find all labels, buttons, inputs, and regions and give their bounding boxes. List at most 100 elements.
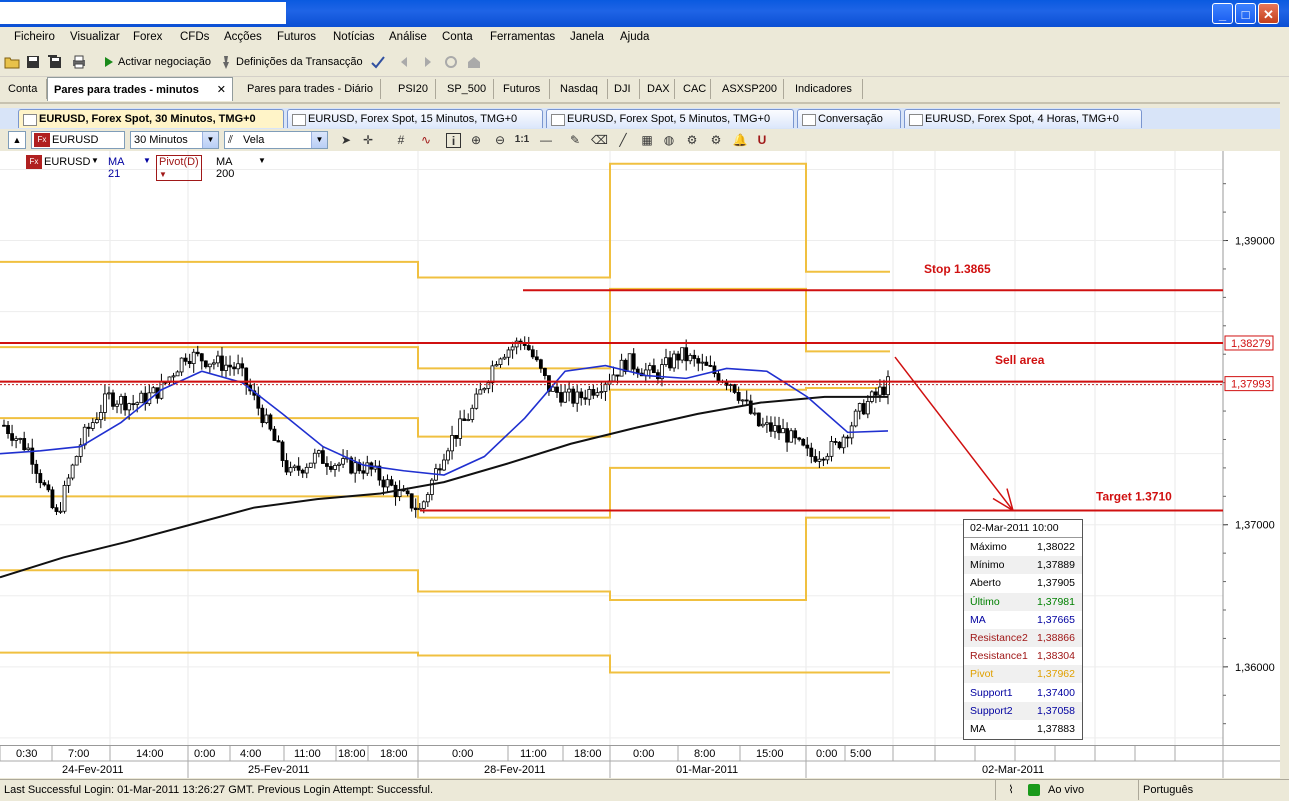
close-button[interactable]: ✕ [1258, 3, 1279, 24]
tab-pares-minutos[interactable]: Pares para trades - minutos ✕ [47, 77, 233, 101]
candle-body [54, 507, 59, 512]
chevron-down-icon[interactable]: ▼ [91, 156, 99, 165]
draw-line-icon[interactable]: ╱ [615, 133, 631, 147]
legend-ma21[interactable]: MA 21 [108, 156, 124, 180]
data-window-key: Mínimo [970, 559, 1005, 572]
data-window-value: 1,37905 [1037, 577, 1075, 590]
tab-futuros[interactable]: Futuros [497, 79, 550, 99]
tab-dax[interactable]: DAX [641, 79, 675, 99]
candle-body [801, 438, 806, 446]
tab-dji[interactable]: DJI [608, 79, 640, 99]
cursor-icon[interactable]: ➤ [338, 133, 354, 147]
info-icon[interactable]: i [446, 133, 461, 148]
maximize-button[interactable]: □ [1235, 3, 1256, 24]
chart-icon [23, 114, 37, 126]
candle-body [139, 392, 144, 404]
chevron-down-icon[interactable]: ▼ [143, 156, 151, 165]
eraser-icon[interactable]: ⌫ [591, 133, 608, 147]
legend-symbol[interactable]: EURUSD [44, 156, 90, 168]
menu-visualizar[interactable]: Visualizar [70, 31, 120, 43]
objects-icon[interactable]: ◍ [661, 133, 677, 147]
legend-ma200[interactable]: MA 200 [216, 156, 234, 180]
open-folder-icon[interactable] [4, 54, 20, 70]
alert-bell-icon[interactable]: 🔔 [732, 133, 748, 147]
magnet-icon[interactable]: U [754, 133, 770, 147]
tab-sp500[interactable]: SP_500 [441, 79, 494, 99]
activate-trading-button[interactable]: Activar negociação [118, 56, 211, 68]
chart-tab-15min[interactable]: EURUSD, Forex Spot, 15 Minutos, TMG+0 [287, 109, 543, 128]
play-icon[interactable] [103, 54, 115, 70]
tab-psi20[interactable]: PSI20 [392, 79, 436, 99]
collapse-up-icon[interactable]: ▲ [8, 131, 26, 149]
chart-canvas[interactable]: 1,39000 1,37000 1,36000 Stop 1.3865 Sell are… [0, 151, 1280, 745]
refresh-icon[interactable] [443, 54, 459, 70]
chart-tab-30min[interactable]: EURUSD, Forex Spot, 30 Minutos, TMG+0 [18, 109, 284, 128]
home-icon[interactable] [466, 54, 482, 70]
settings-icon[interactable]: ⚙ [684, 133, 700, 147]
options-icon[interactable]: ⚙ [708, 133, 724, 147]
menu-noticias[interactable]: Notícias [333, 31, 375, 43]
time-tick-label: 4:00 [240, 748, 261, 760]
tab-cac[interactable]: CAC [677, 79, 711, 99]
tab-conta[interactable]: Conta [2, 79, 47, 99]
menu-analise[interactable]: Análise [389, 31, 427, 43]
indicator-icon[interactable]: ∿ [418, 133, 434, 147]
pencil-icon[interactable]: ✎ [567, 133, 583, 147]
print-icon[interactable] [71, 54, 87, 70]
candle-body [595, 392, 600, 396]
menu-cfds[interactable]: CFDs [180, 31, 209, 43]
zoom-out-icon[interactable]: ⊖ [492, 133, 508, 147]
candle-body [793, 430, 798, 439]
zoom-in-icon[interactable]: ⊕ [468, 133, 484, 147]
candle-body [66, 477, 71, 486]
menu-forex[interactable]: Forex [133, 31, 162, 43]
candle-body [821, 458, 826, 461]
menu-ficheiro[interactable]: Ficheiro [14, 31, 55, 43]
close-tab-icon[interactable]: ✕ [217, 78, 226, 102]
chart-type-select[interactable]: ⫽ Vela ▼ [224, 131, 328, 149]
candle-body [276, 440, 281, 443]
menu-ajuda[interactable]: Ajuda [620, 31, 649, 43]
crosshair-icon[interactable]: ✛ [360, 133, 376, 147]
stop-annotation: Stop 1.3865 [924, 262, 991, 276]
time-tick-label: 8:00 [694, 748, 715, 760]
chart-tab-4h[interactable]: EURUSD, Forex Spot, 4 Horas, TMG+0 [904, 109, 1142, 128]
candle-body [442, 459, 446, 471]
chevron-down-icon[interactable]: ▼ [258, 156, 266, 165]
layers-icon[interactable]: ▦ [639, 133, 655, 147]
arrow-left-icon[interactable] [396, 54, 412, 70]
symbol-field[interactable]: Fx EURUSD [31, 131, 125, 149]
candle-body [805, 444, 810, 449]
candle-body [809, 447, 814, 457]
candle-body [62, 484, 67, 512]
check-icon[interactable] [370, 54, 386, 70]
legend-pivot[interactable]: Pivot(D) ▼ [156, 155, 202, 181]
candle-body [708, 365, 713, 367]
language-status[interactable]: Português [1138, 780, 1193, 800]
price-chart[interactable]: 1,39000 1,37000 1,36000 Stop 1.3865 Sell are… [0, 151, 1280, 745]
menu-futuros[interactable]: Futuros [277, 31, 316, 43]
chart-tab-conversacao[interactable]: Conversação [797, 109, 901, 128]
timeframe-select[interactable]: 30 Minutos ▼ [130, 131, 219, 149]
arrow-right-icon[interactable] [420, 54, 436, 70]
tab-asxsp200[interactable]: ASXSP200 [716, 79, 784, 99]
tab-nasdaq[interactable]: Nasdaq [554, 79, 608, 99]
line-style-icon[interactable]: — [536, 133, 556, 147]
save-icon[interactable] [25, 54, 41, 70]
candle-body [421, 501, 426, 509]
grid-icon[interactable]: # [393, 133, 409, 147]
zoom-reset-button[interactable]: 1:1 [514, 133, 530, 147]
save-all-icon[interactable] [47, 54, 63, 70]
tab-indicadores[interactable]: Indicadores [789, 79, 863, 99]
candle-body [785, 428, 789, 443]
candle-body [466, 419, 471, 421]
data-window-value: 1,37962 [1037, 668, 1075, 681]
menu-conta[interactable]: Conta [442, 31, 473, 43]
minimize-button[interactable]: _ [1212, 3, 1233, 24]
chart-tab-5min[interactable]: EURUSD, Forex Spot, 5 Minutos, TMG+0 [546, 109, 794, 128]
transaction-settings-button[interactable]: Definições da Transacção [236, 56, 363, 68]
menu-ferramentas[interactable]: Ferramentas [490, 31, 555, 43]
menu-janela[interactable]: Janela [570, 31, 604, 43]
menu-accoes[interactable]: Acções [224, 31, 262, 43]
tab-pares-diario[interactable]: Pares para trades - Diário [241, 79, 381, 99]
